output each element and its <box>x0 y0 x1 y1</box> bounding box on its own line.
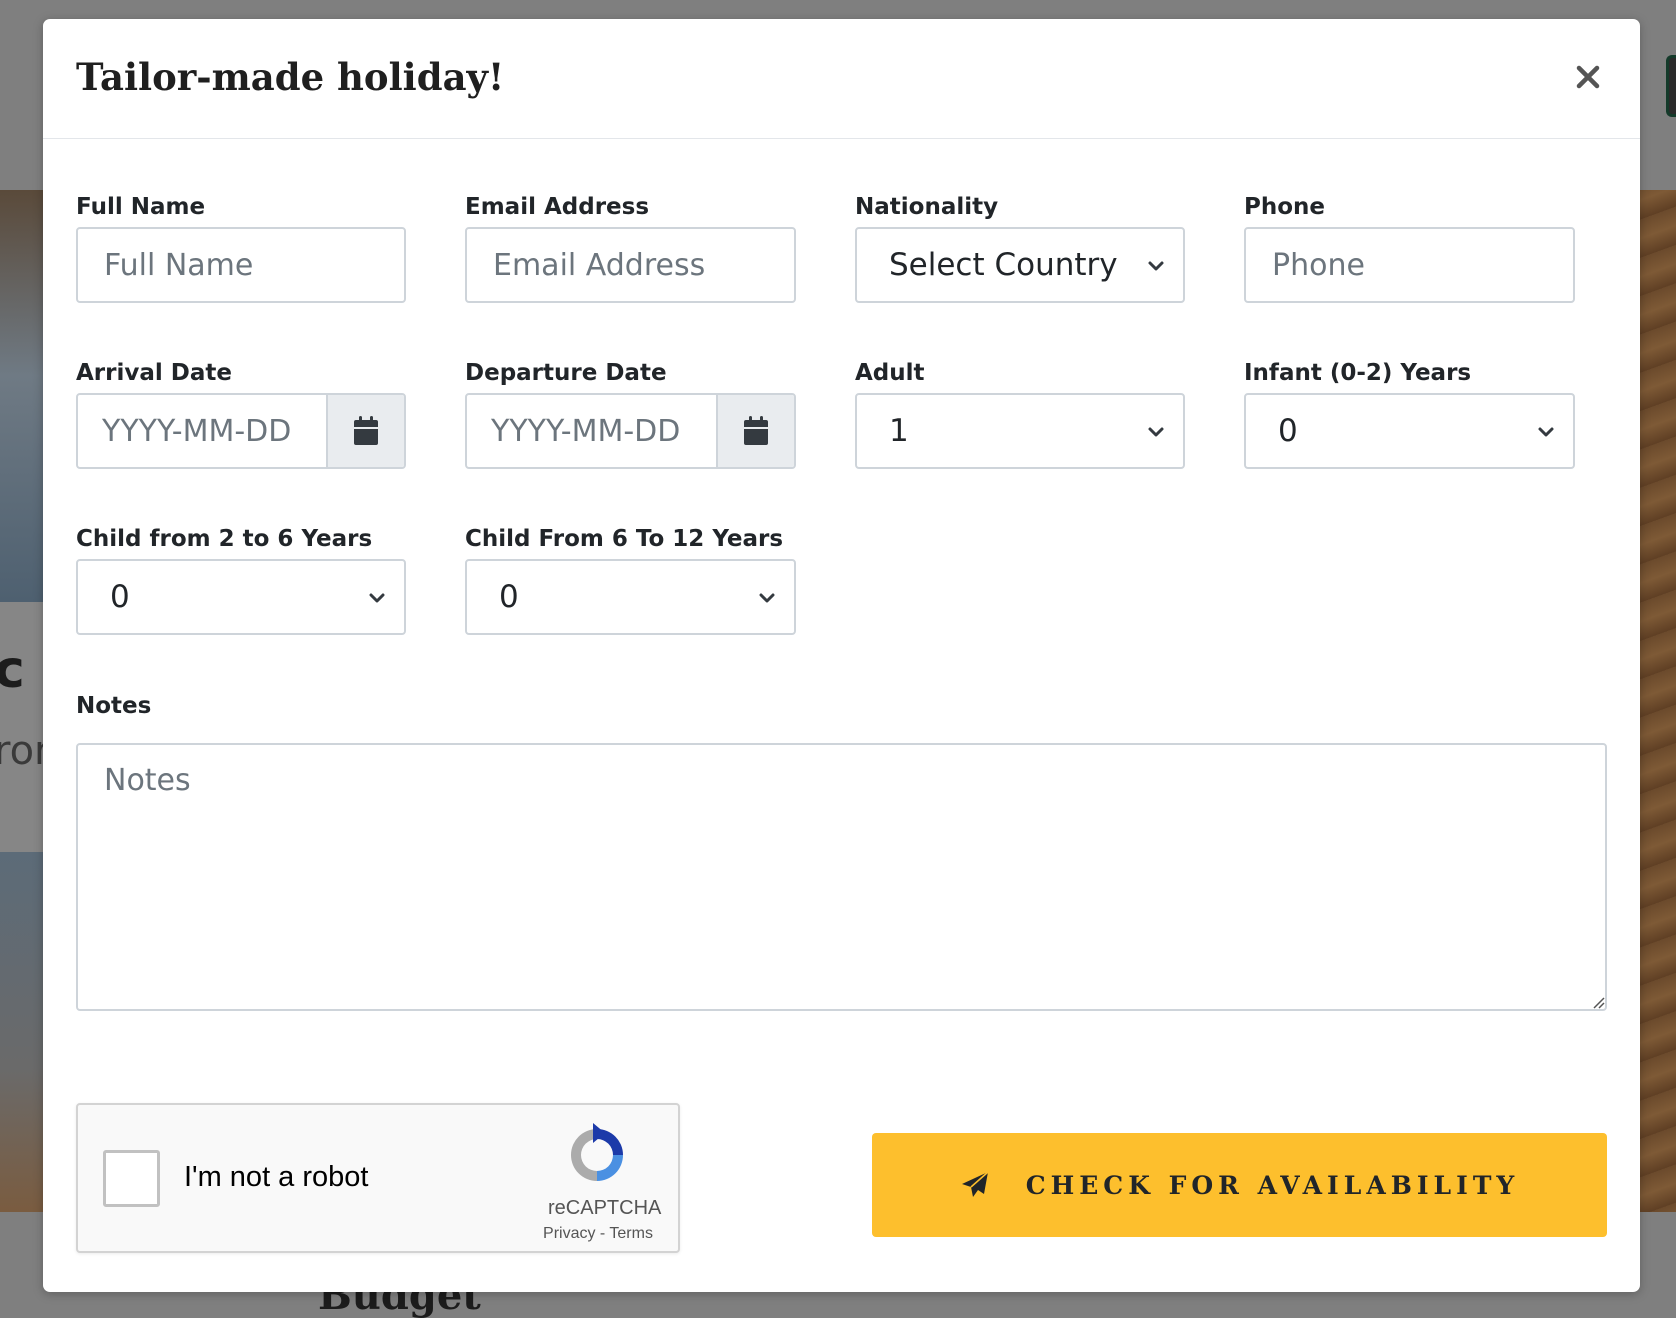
calendar-icon <box>354 416 378 445</box>
recaptcha-logo-icon <box>571 1123 623 1181</box>
departure-date-group <box>465 393 796 469</box>
departure-date-label: Departure Date <box>465 360 667 386</box>
tailor-made-modal: Tailor-made holiday! Full Name Email Add… <box>43 19 1640 1292</box>
check-availability-label: CHECK FOR AVAILABILITY <box>1025 1170 1520 1200</box>
recaptcha-terms-link[interactable]: Terms <box>609 1225 653 1242</box>
recaptcha-widget: I'm not a robot reCAPTCHA Privacy - Term… <box>76 1103 680 1253</box>
nationality-select[interactable]: Select Country <box>855 227 1185 303</box>
notes-textarea[interactable] <box>76 743 1607 1011</box>
infant-selected-value: 0 <box>1278 413 1298 449</box>
arrival-date-group <box>76 393 406 469</box>
child-2-6-select[interactable]: 0 <box>76 559 406 635</box>
nationality-label: Nationality <box>855 194 999 220</box>
full-name-label: Full Name <box>76 194 206 220</box>
child-6-12-selected-value: 0 <box>499 579 519 615</box>
email-label: Email Address <box>465 194 650 220</box>
nationality-selected-value: Select Country <box>889 247 1118 283</box>
background-button <box>1666 55 1676 117</box>
recaptcha-label: I'm not a robot <box>184 1161 369 1193</box>
child-2-6-selected-value: 0 <box>110 579 130 615</box>
arrival-date-input[interactable] <box>78 395 326 467</box>
modal-header: Tailor-made holiday! <box>43 19 1640 139</box>
arrival-date-label: Arrival Date <box>76 360 232 386</box>
adult-label: Adult <box>855 360 925 386</box>
recaptcha-links: Privacy - Terms <box>518 1225 678 1243</box>
close-button[interactable] <box>1568 57 1608 97</box>
paper-plane-icon <box>961 1171 989 1197</box>
calendar-icon <box>744 416 768 445</box>
recaptcha-brand: reCAPTCHA <box>548 1197 662 1219</box>
chevron-down-icon <box>369 593 385 603</box>
child-2-6-label: Child from 2 to 6 Years <box>76 526 373 552</box>
departure-calendar-button[interactable] <box>716 395 794 467</box>
chevron-down-icon <box>1148 427 1164 437</box>
close-icon <box>1576 65 1600 89</box>
phone-label: Phone <box>1244 194 1326 220</box>
check-availability-button[interactable]: CHECK FOR AVAILABILITY <box>872 1133 1607 1237</box>
background-text-fragment: c <box>0 640 25 700</box>
chevron-down-icon <box>1538 427 1554 437</box>
email-input[interactable] <box>465 227 796 303</box>
adult-selected-value: 1 <box>889 413 909 449</box>
child-6-12-select[interactable]: 0 <box>465 559 796 635</box>
arrival-calendar-button[interactable] <box>326 395 404 467</box>
modal-title: Tailor-made holiday! <box>76 55 505 99</box>
child-6-12-label: Child From 6 To 12 Years <box>465 526 784 552</box>
chevron-down-icon <box>759 593 775 603</box>
recaptcha-checkbox[interactable] <box>103 1150 160 1207</box>
recaptcha-privacy-link[interactable]: Privacy <box>543 1225 595 1242</box>
adult-select[interactable]: 1 <box>855 393 1185 469</box>
recaptcha-links-separator: - <box>595 1225 610 1242</box>
phone-input[interactable] <box>1244 227 1575 303</box>
chevron-down-icon <box>1148 261 1164 271</box>
resize-grip-icon[interactable] <box>1591 995 1605 1009</box>
departure-date-input[interactable] <box>467 395 716 467</box>
notes-label: Notes <box>76 693 152 719</box>
full-name-input[interactable] <box>76 227 406 303</box>
infant-label: Infant (0-2) Years <box>1244 360 1472 386</box>
infant-select[interactable]: 0 <box>1244 393 1575 469</box>
